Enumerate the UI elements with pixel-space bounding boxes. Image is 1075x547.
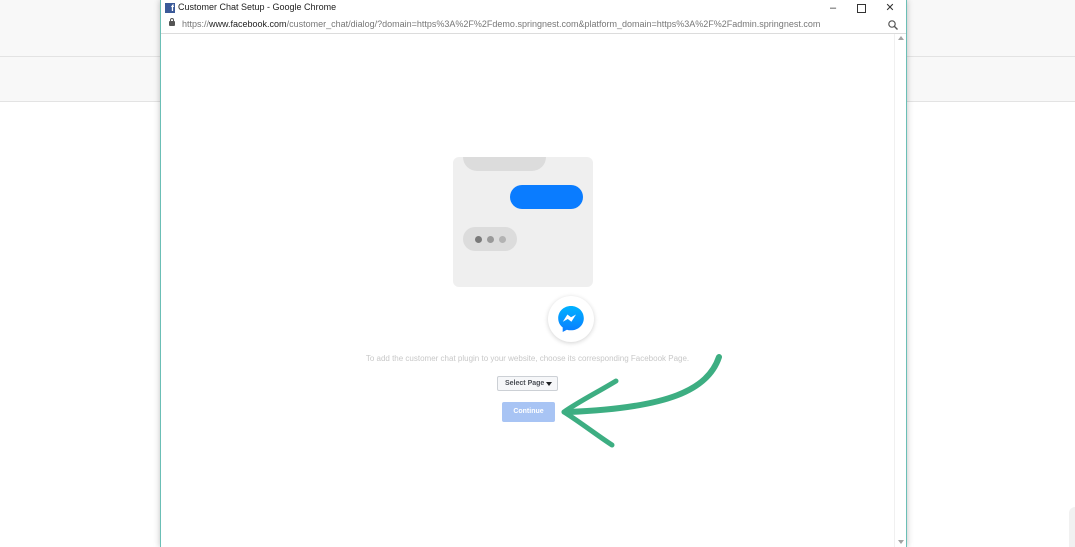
background-page-edge [1069,507,1075,547]
chat-illustration [453,157,593,287]
typing-indicator [463,227,517,251]
url-text[interactable]: https://www.facebook.com/customer_chat/d… [182,19,820,29]
vertical-scrollbar[interactable] [894,34,906,547]
minimize-button[interactable]: – [819,0,847,17]
instruction-text: To add the customer chat plugin to your … [365,354,690,363]
continue-button[interactable]: Continue [502,402,555,422]
address-bar[interactable]: https://www.facebook.com/customer_chat/d… [161,17,906,34]
url-path: /customer_chat/dialog/?domain=https%3A%2… [286,19,821,29]
incoming-bubble [463,157,546,171]
messenger-icon [548,296,594,342]
select-page-dropdown[interactable]: Select Page [497,376,558,391]
select-page-label: Select Page [505,380,545,387]
facebook-favicon-icon: f [165,3,175,13]
lock-icon [169,18,175,27]
window-titlebar[interactable]: f Customer Chat Setup - Google Chrome – … [161,0,906,17]
dialog-content: To add the customer chat plugin to your … [161,34,894,547]
window-title: Customer Chat Setup - Google Chrome [178,2,337,12]
caret-down-icon [546,382,552,386]
magnifier-icon[interactable] [887,19,899,31]
maximize-icon [856,4,866,13]
scroll-up-icon[interactable] [898,36,904,40]
url-prefix: https:// [182,19,210,29]
outgoing-bubble [510,185,583,209]
maximize-button[interactable] [847,0,875,17]
close-button[interactable]: ✕ [876,0,904,17]
url-host: www.facebook.com [209,19,287,29]
chrome-popup-window: f Customer Chat Setup - Google Chrome – … [160,0,907,547]
green-arrow-icon [561,354,722,448]
scroll-down-icon[interactable] [898,540,904,544]
